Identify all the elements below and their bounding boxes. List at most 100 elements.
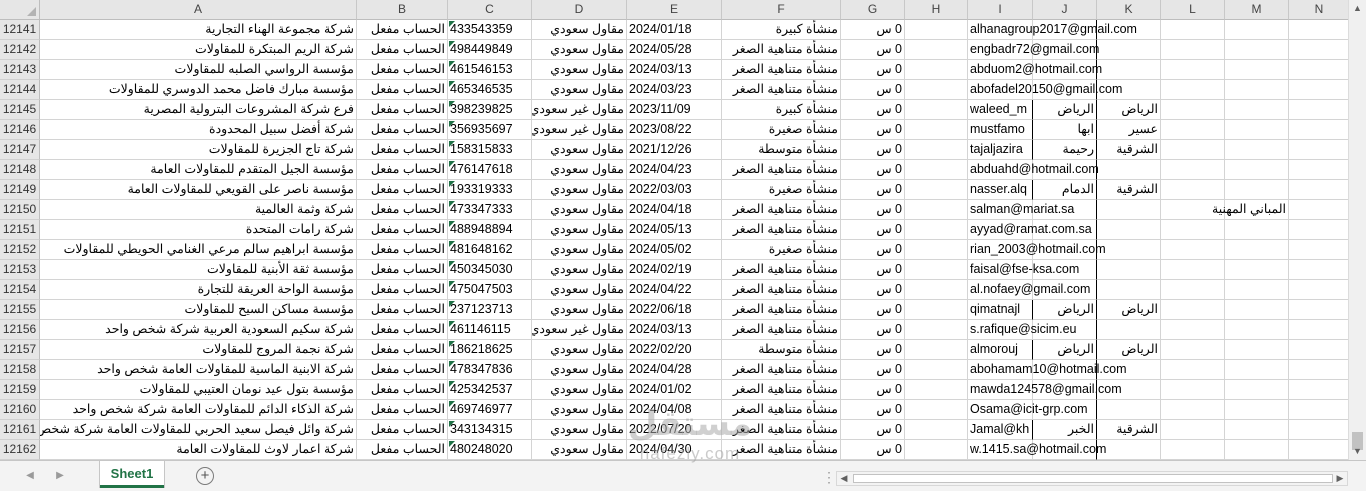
cell-f[interactable]: منشأة متناهية الصغر xyxy=(722,400,841,420)
cell-h[interactable] xyxy=(905,340,968,360)
cell-m[interactable] xyxy=(1225,400,1289,420)
cell-n[interactable] xyxy=(1289,340,1350,360)
cell-b[interactable]: الحساب مفعل xyxy=(357,140,448,160)
cell-a[interactable]: شركة الريم المبتكرة للمقاولات xyxy=(40,40,357,60)
cell-l[interactable] xyxy=(1161,380,1225,400)
cell-c[interactable]: 237123713 xyxy=(448,300,532,320)
cell-c[interactable]: 481648162 xyxy=(448,240,532,260)
cell-h[interactable] xyxy=(905,20,968,40)
cell-i[interactable]: abduom2@hotmail.com xyxy=(968,60,1102,80)
vertical-scrollbar[interactable]: ▲ ▼ xyxy=(1348,0,1366,460)
column-header-n[interactable]: N xyxy=(1289,0,1350,20)
cell-h[interactable] xyxy=(905,380,968,400)
cell-a[interactable]: مؤسسة بتول عيد نومان العتيبي للمقاولات xyxy=(40,380,357,400)
cell-b[interactable]: الحساب مفعل xyxy=(357,120,448,140)
cell-f[interactable]: منشأة متناهية الصغر xyxy=(722,200,841,220)
cell-i[interactable]: mustfamo xyxy=(968,120,1033,140)
cell-f[interactable]: منشأة متوسطة xyxy=(722,140,841,160)
row-header[interactable]: 12151 xyxy=(0,220,40,240)
cell-a[interactable]: شركة الذكاء الدائم للمقاولات العامة شركة… xyxy=(40,400,357,420)
cell-e[interactable]: 2024/04/23 xyxy=(627,160,722,180)
cell-f[interactable]: منشأة كبيرة xyxy=(722,20,841,40)
cell-c[interactable]: 478347836 xyxy=(448,360,532,380)
column-header-l[interactable]: L xyxy=(1161,0,1225,20)
column-header-b[interactable]: B xyxy=(357,0,448,20)
cell-l[interactable] xyxy=(1161,120,1225,140)
cell-f[interactable]: منشأة متناهية الصغر xyxy=(722,220,841,240)
cell-k[interactable] xyxy=(1097,320,1161,340)
cell-a[interactable]: مؤسسة الرواسي الصلبه للمقاولات xyxy=(40,60,357,80)
cell-c[interactable]: 480248020 xyxy=(448,440,532,460)
cell-b[interactable]: الحساب مفعل xyxy=(357,160,448,180)
cell-m[interactable] xyxy=(1225,180,1289,200)
cell-b[interactable]: الحساب مفعل xyxy=(357,320,448,340)
cell-m[interactable] xyxy=(1225,360,1289,380)
cell-m[interactable] xyxy=(1225,160,1289,180)
cell-l[interactable] xyxy=(1161,240,1225,260)
cell-d[interactable]: مقاول سعودي xyxy=(532,60,627,80)
cell-e[interactable]: 2023/08/22 xyxy=(627,120,722,140)
cell-b[interactable]: الحساب مفعل xyxy=(357,100,448,120)
cell-l[interactable] xyxy=(1161,420,1225,440)
cell-e[interactable]: 2022/06/18 xyxy=(627,300,722,320)
cell-i[interactable]: tajaljazira xyxy=(968,140,1033,160)
cell-i[interactable]: abduahd@hotmail.com xyxy=(968,160,1099,180)
cell-e[interactable]: 2024/04/08 xyxy=(627,400,722,420)
cell-b[interactable]: الحساب مفعل xyxy=(357,420,448,440)
cell-d[interactable]: مقاول سعودي xyxy=(532,400,627,420)
cell-n[interactable] xyxy=(1289,200,1350,220)
cell-h[interactable] xyxy=(905,320,968,340)
cell-f[interactable]: منشأة متناهية الصغر xyxy=(722,420,841,440)
cell-n[interactable] xyxy=(1289,420,1350,440)
cell-k[interactable] xyxy=(1097,220,1161,240)
cell-a[interactable]: مؤسسة ثقة الأبنية للمقاولات xyxy=(40,260,357,280)
cell-k[interactable] xyxy=(1097,240,1161,260)
cell-c[interactable]: 488948894 xyxy=(448,220,532,240)
cell-g[interactable]: 0 س xyxy=(841,260,905,280)
cell-c[interactable]: 465346535 xyxy=(448,80,532,100)
cell-f[interactable]: منشأة متناهية الصغر xyxy=(722,380,841,400)
cell-h[interactable] xyxy=(905,360,968,380)
cell-k[interactable] xyxy=(1097,280,1161,300)
cell-d[interactable]: مقاول سعودي xyxy=(532,280,627,300)
cell-i[interactable]: salman@mariat.sa xyxy=(968,200,1074,220)
row-header[interactable]: 12148 xyxy=(0,160,40,180)
cell-b[interactable]: الحساب مفعل xyxy=(357,180,448,200)
cell-n[interactable] xyxy=(1289,40,1350,60)
cell-b[interactable]: الحساب مفعل xyxy=(357,300,448,320)
cell-n[interactable] xyxy=(1289,400,1350,420)
cell-i[interactable]: engbadr72@gmail.com xyxy=(968,40,1099,60)
cell-m[interactable] xyxy=(1225,260,1289,280)
cell-l[interactable] xyxy=(1161,260,1225,280)
row-header[interactable]: 12154 xyxy=(0,280,40,300)
cell-a[interactable]: شركة مجموعة الهناء التجارية xyxy=(40,20,357,40)
cell-b[interactable]: الحساب مفعل xyxy=(357,40,448,60)
cell-m[interactable] xyxy=(1225,60,1289,80)
scroll-up-icon[interactable]: ▲ xyxy=(1349,0,1366,17)
cell-j[interactable]: الرياض xyxy=(1033,100,1097,120)
cell-j[interactable]: الرياض xyxy=(1033,340,1097,360)
cell-l[interactable] xyxy=(1161,300,1225,320)
cell-h[interactable] xyxy=(905,260,968,280)
cell-g[interactable]: 0 س xyxy=(841,380,905,400)
cell-e[interactable]: 2024/01/18 xyxy=(627,20,722,40)
cell-k[interactable]: الشرقية xyxy=(1097,420,1161,440)
cell-d[interactable]: مقاول غير سعودي xyxy=(532,100,627,120)
cell-i[interactable]: qimatnajl xyxy=(968,300,1033,320)
cell-b[interactable]: الحساب مفعل xyxy=(357,260,448,280)
cell-c[interactable]: 186218625 xyxy=(448,340,532,360)
cell-g[interactable]: 0 س xyxy=(841,20,905,40)
cell-e[interactable]: 2024/04/22 xyxy=(627,280,722,300)
cell-n[interactable] xyxy=(1289,20,1350,40)
cell-d[interactable]: مقاول سعودي xyxy=(532,420,627,440)
cell-g[interactable]: 0 س xyxy=(841,420,905,440)
cell-g[interactable]: 0 س xyxy=(841,360,905,380)
cell-g[interactable]: 0 س xyxy=(841,300,905,320)
cell-i[interactable]: w.1415.sa@hotmail.com xyxy=(968,440,1106,460)
cell-j[interactable]: الرياض xyxy=(1033,300,1097,320)
cell-n[interactable] xyxy=(1289,300,1350,320)
cell-d[interactable]: مقاول سعودي xyxy=(532,440,627,460)
cell-g[interactable]: 0 س xyxy=(841,320,905,340)
cell-b[interactable]: الحساب مفعل xyxy=(357,440,448,460)
cell-l[interactable] xyxy=(1161,100,1225,120)
